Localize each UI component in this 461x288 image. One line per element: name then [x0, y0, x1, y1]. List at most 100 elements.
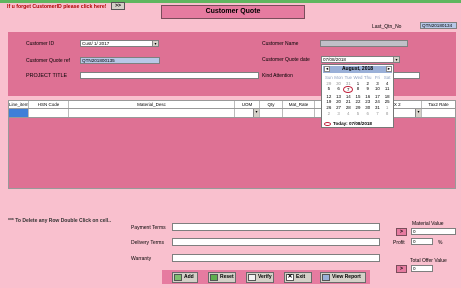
add-icon	[174, 274, 182, 281]
calendar-day[interactable]: 29	[353, 105, 363, 110]
calendar-day[interactable]: 23	[363, 99, 373, 104]
verify-button-label: Verify	[258, 274, 272, 280]
customer-id-select[interactable]: Cust/ 1/ 2017 ▾	[80, 40, 159, 47]
calendar-day[interactable]: 15	[353, 94, 363, 99]
top-strip	[0, 0, 461, 3]
total-offer-field[interactable]: 0	[411, 265, 433, 272]
view-report-button[interactable]: View Report	[320, 272, 366, 283]
calendar-day[interactable]: 26	[324, 105, 334, 110]
calendar-day[interactable]: 12	[324, 94, 334, 99]
material-value-button[interactable]: >	[396, 228, 407, 236]
customer-quote-date-value: 07/08/2018	[323, 57, 346, 62]
customer-quote-ref-label: Customer Quote ref	[26, 58, 70, 64]
verify-icon	[248, 274, 256, 281]
warranty-input[interactable]	[172, 254, 380, 262]
table-cell[interactable]	[69, 109, 235, 117]
col-mat-rate[interactable]: Mat_Rate	[283, 101, 315, 108]
calendar-day[interactable]: 8	[353, 86, 363, 93]
chevron-down-icon[interactable]: ▾	[253, 109, 259, 117]
calendar-day[interactable]: 13	[334, 94, 344, 99]
exit-button[interactable]: ✕ Exit	[284, 272, 312, 283]
col-qty[interactable]: Qty	[260, 101, 283, 108]
col-hsn-code[interactable]: HSN Code	[29, 101, 69, 108]
calendar-day[interactable]: 11	[382, 86, 392, 93]
delivery-terms-input[interactable]	[172, 238, 380, 246]
calendar-day[interactable]: 14	[343, 94, 353, 99]
chevron-down-icon[interactable]: ▾	[152, 41, 158, 46]
calendar-day[interactable]: 5	[353, 111, 363, 116]
customer-id-value: Cust/ 1/ 2017	[82, 41, 110, 46]
calendar-day[interactable]: 27	[334, 105, 344, 110]
calendar-day[interactable]: 29	[324, 81, 334, 86]
calendar-day[interactable]: 4	[343, 111, 353, 116]
col-material-desc[interactable]: Material_Desc	[69, 101, 235, 108]
calendar-day[interactable]: 18	[382, 94, 392, 99]
calendar-day[interactable]: 31	[343, 81, 353, 86]
calendar-day[interactable]: 2	[363, 81, 373, 86]
profit-field[interactable]: 0	[411, 238, 433, 245]
calendar-day[interactable]: 30	[363, 105, 373, 110]
calendar-day[interactable]: 6	[363, 111, 373, 116]
kind-attention-input[interactable]	[392, 72, 420, 79]
calendar-prev-button[interactable]: ◄	[324, 66, 330, 72]
calendar-day[interactable]: 30	[334, 81, 344, 86]
material-value-field[interactable]: 0	[411, 228, 456, 235]
reset-button[interactable]: Reset	[208, 272, 236, 283]
calendar-day[interactable]: 24	[373, 99, 383, 104]
customer-quote-ref-field[interactable]: QTN201800135	[80, 57, 160, 64]
table-cell[interactable]	[422, 109, 455, 117]
total-offer-button[interactable]: >	[396, 265, 407, 273]
calendar-day[interactable]: 9	[363, 86, 373, 93]
add-button[interactable]: Add	[172, 272, 198, 283]
calendar-today[interactable]: Today: 07/08/2018	[324, 121, 372, 126]
calendar-day[interactable]: 5	[324, 86, 334, 93]
page-title: Customer Quote	[161, 5, 305, 19]
col-uom[interactable]: UOM	[235, 101, 260, 108]
calendar-day[interactable]: 31	[373, 105, 383, 110]
calendar-day[interactable]: 3	[334, 111, 344, 116]
calendar-day[interactable]: 19	[324, 99, 334, 104]
calendar-day[interactable]: 7	[343, 86, 354, 94]
chevron-down-icon[interactable]: ▾	[415, 109, 421, 117]
table-cell[interactable]	[9, 109, 29, 117]
col-line-item[interactable]: Line_item	[9, 101, 29, 108]
calendar-day[interactable]: 7	[373, 111, 383, 116]
calendar-day[interactable]: 2	[324, 111, 334, 116]
calendar-day-name: Sun	[324, 75, 333, 80]
calendar-days-grid: Sun Mon Tue Wed Thu Fri Sat 29 30 31 1 2 3 4 5 6 7 8 9 10 11…	[324, 75, 392, 116]
customer-name-field[interactable]	[320, 40, 408, 47]
calendar-day[interactable]: 28	[343, 105, 353, 110]
calendar-day[interactable]: 10	[373, 86, 383, 93]
calendar-next-button[interactable]: ►	[386, 66, 392, 72]
calendar-day[interactable]: 1	[382, 105, 392, 110]
payment-terms-input[interactable]	[172, 223, 380, 231]
calendar-day[interactable]: 21	[343, 99, 353, 104]
verify-button[interactable]: Verify	[246, 272, 274, 283]
calendar-day[interactable]: 22	[353, 99, 363, 104]
calendar-day[interactable]: 8	[382, 111, 392, 116]
calendar-day[interactable]: 1	[353, 81, 363, 86]
forget-customer-id-button[interactable]: >>	[111, 2, 125, 10]
calendar-day[interactable]: 4	[382, 81, 392, 86]
table-cell[interactable]	[283, 109, 315, 117]
chevron-down-icon[interactable]: ▾	[393, 57, 399, 62]
calendar-day-name: Sat	[383, 75, 391, 80]
project-title-input[interactable]	[80, 72, 259, 79]
customer-quote-date-picker[interactable]: 07/08/2018 ▾	[321, 56, 400, 63]
calendar-day[interactable]: 25	[382, 99, 392, 104]
calendar-day-name: Tue	[344, 75, 352, 80]
calendar-day[interactable]: 3	[373, 81, 383, 86]
customer-name-label: Customer Name	[262, 41, 299, 47]
warranty-label: Warranty	[131, 256, 152, 262]
col-tax2-rate[interactable]: Tax2 Rate	[422, 101, 455, 108]
table-cell[interactable]	[260, 109, 283, 117]
calendar-day[interactable]: 20	[334, 99, 344, 104]
table-cell-uom[interactable]: ▾	[235, 109, 260, 117]
calendar-day[interactable]: 17	[373, 94, 383, 99]
calendar-day[interactable]: 6	[334, 86, 344, 93]
grid-body	[8, 118, 456, 189]
table-cell[interactable]	[29, 109, 69, 117]
reset-icon	[210, 274, 218, 281]
calendar-day[interactable]: 16	[363, 94, 373, 99]
material-value-label: Material Value	[412, 221, 444, 227]
